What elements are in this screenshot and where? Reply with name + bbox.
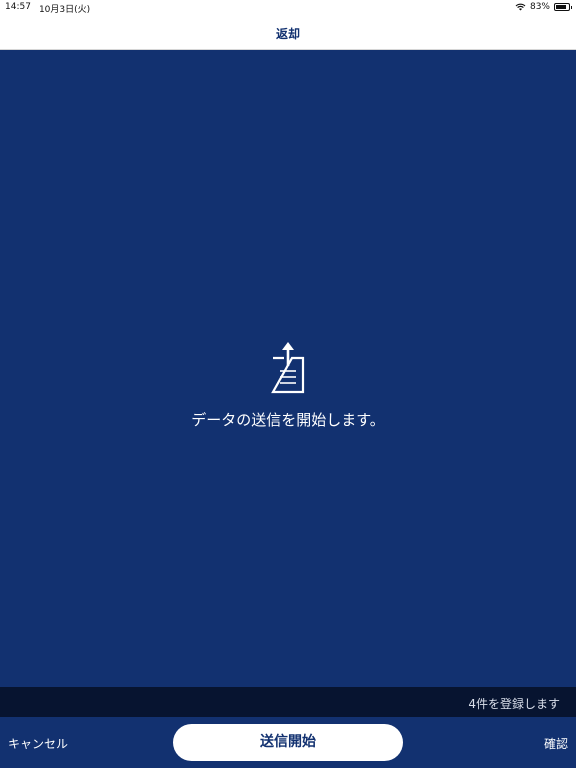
page-title: 返却	[275, 27, 300, 41]
cancel-button[interactable]: キャンセル	[8, 735, 68, 752]
bottom-toolbar: キャンセル 送信開始 確認	[0, 717, 576, 768]
status-time: 14:57	[5, 2, 31, 12]
navigation-bar: 返却	[0, 16, 576, 50]
battery-level	[556, 5, 566, 9]
status-right: 83%	[515, 2, 572, 12]
info-bar: 4件を登録します	[0, 687, 576, 717]
battery-percentage: 83%	[529, 2, 550, 12]
start-sending-button[interactable]: 送信開始	[173, 724, 403, 761]
wifi-icon	[515, 3, 526, 11]
registration-count-text: 4件を登録します	[468, 697, 560, 711]
battery-icon	[554, 3, 572, 11]
confirm-button[interactable]: 確認	[544, 735, 568, 752]
status-bar: 14:57 10月3日(火) 83%	[0, 0, 576, 16]
status-left: 14:57 10月3日(火)	[5, 2, 90, 15]
status-message: データの送信を開始します。	[191, 411, 385, 429]
main-content: データの送信を開始します。	[0, 50, 576, 687]
upload-document-icon	[271, 342, 305, 394]
status-date: 10月3日(火)	[38, 5, 91, 15]
